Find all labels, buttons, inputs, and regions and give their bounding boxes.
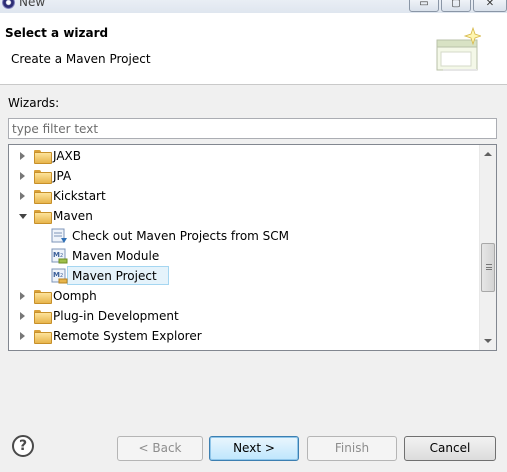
tree-item-maven-project[interactable]: M 2 Maven Project xyxy=(9,266,481,286)
folder-icon xyxy=(34,170,52,184)
expand-arrow-icon[interactable] xyxy=(20,172,25,180)
folder-icon xyxy=(34,190,52,204)
close-button[interactable]: ✕ xyxy=(473,0,507,12)
maven-project-icon: M 2 xyxy=(51,268,68,284)
folder-icon xyxy=(34,150,52,164)
tree-item-label: Oomph xyxy=(53,289,97,303)
tree-item-oomph[interactable]: Oomph xyxy=(9,286,481,306)
tree-item-plugin-development[interactable]: Plug-in Development xyxy=(9,306,481,326)
expand-arrow-icon[interactable] xyxy=(20,312,25,320)
tree-item-label: JPA xyxy=(53,169,72,183)
help-button[interactable]: ? xyxy=(12,435,34,457)
wizard-banner-icon xyxy=(436,26,481,71)
folder-icon xyxy=(34,210,52,224)
expand-arrow-icon[interactable] xyxy=(20,152,25,160)
title-bar: New ▭ ▢ ✕ xyxy=(0,0,507,13)
grip-icon xyxy=(486,264,492,270)
svg-text:2: 2 xyxy=(60,253,63,259)
folder-icon xyxy=(34,310,52,324)
close-icon: ✕ xyxy=(485,0,495,9)
minimize-icon: ▭ xyxy=(419,0,429,9)
maven-module-icon: M 2 xyxy=(51,248,68,264)
tree-item-label: Check out Maven Projects from SCM xyxy=(72,229,290,243)
tree-item-maven[interactable]: Maven xyxy=(9,206,481,226)
svg-text:M: M xyxy=(53,251,60,259)
tree-item-maven-checkout[interactable]: Check out Maven Projects from SCM xyxy=(9,226,481,246)
filter-input[interactable] xyxy=(8,118,497,139)
back-button[interactable]: < Back xyxy=(117,436,203,461)
tree-item-label: Maven xyxy=(53,209,93,223)
folder-icon xyxy=(34,330,52,344)
scroll-up-icon[interactable] xyxy=(484,152,492,156)
page-title: Select a wizard xyxy=(5,26,109,40)
tree-item-remote-system-explorer[interactable]: Remote System Explorer xyxy=(9,326,481,346)
tree-item-kickstart[interactable]: Kickstart xyxy=(9,186,481,206)
page-description: Create a Maven Project xyxy=(11,52,151,66)
eclipse-app-icon xyxy=(2,0,15,9)
tree-item-label: Maven Project xyxy=(72,269,157,283)
maven-checkout-icon xyxy=(51,228,67,243)
wizards-label: Wizards: xyxy=(8,96,60,110)
svg-text:M: M xyxy=(53,271,60,279)
finish-button[interactable]: Finish xyxy=(307,436,397,461)
vertical-scrollbar[interactable] xyxy=(479,145,496,350)
maximize-icon: ▢ xyxy=(451,0,461,9)
folder-icon xyxy=(34,290,52,304)
wizard-header: Select a wizard Create a Maven Project xyxy=(0,13,507,85)
maximize-button[interactable]: ▢ xyxy=(441,0,471,12)
expand-arrow-icon[interactable] xyxy=(20,192,25,200)
collapse-arrow-icon[interactable] xyxy=(19,214,27,219)
wizard-tree[interactable]: JAXB JPA Kickstart Maven Check out Maven… xyxy=(8,144,497,351)
expand-arrow-icon[interactable] xyxy=(20,332,25,340)
expand-arrow-icon[interactable] xyxy=(20,292,25,300)
tree-item-label: Plug-in Development xyxy=(53,309,179,323)
tree-item-label: JAXB xyxy=(53,149,81,163)
minimize-button[interactable]: ▭ xyxy=(409,0,439,12)
scroll-down-icon[interactable] xyxy=(484,339,492,343)
tree-item-label: Remote System Explorer xyxy=(53,329,202,343)
tree-item-label: Kickstart xyxy=(53,189,106,203)
tree-item-label: Maven Module xyxy=(72,249,160,263)
window-title: New xyxy=(19,0,46,9)
tree-item-jaxb[interactable]: JAXB xyxy=(9,146,481,166)
tree-item-jpa[interactable]: JPA xyxy=(9,166,481,186)
cancel-button[interactable]: Cancel xyxy=(404,436,496,461)
next-button[interactable]: Next > xyxy=(209,436,299,461)
scrollbar-thumb[interactable] xyxy=(481,243,495,292)
tree-item-maven-module[interactable]: M 2 Maven Module xyxy=(9,246,481,266)
svg-text:2: 2 xyxy=(60,273,63,279)
